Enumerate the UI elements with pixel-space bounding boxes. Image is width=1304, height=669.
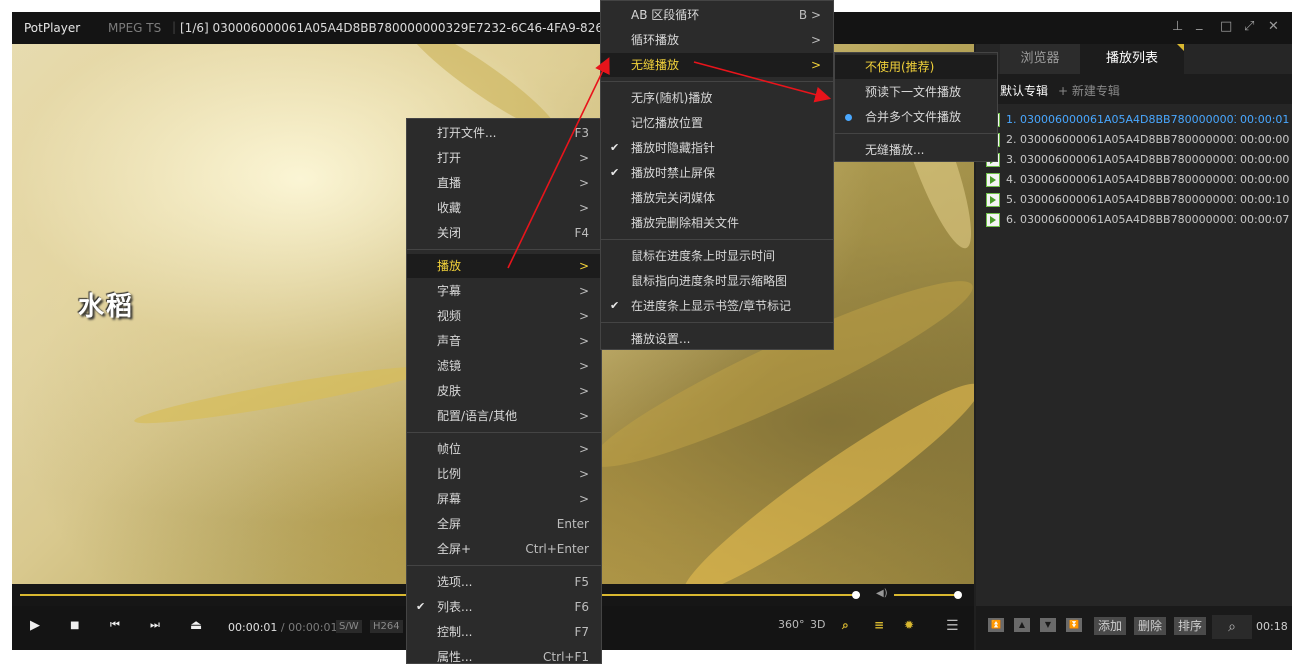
- annotation-arrow: [507, 57, 610, 269]
- annotation-arrow: [693, 61, 832, 103]
- annotation-layer: [507, 57, 832, 269]
